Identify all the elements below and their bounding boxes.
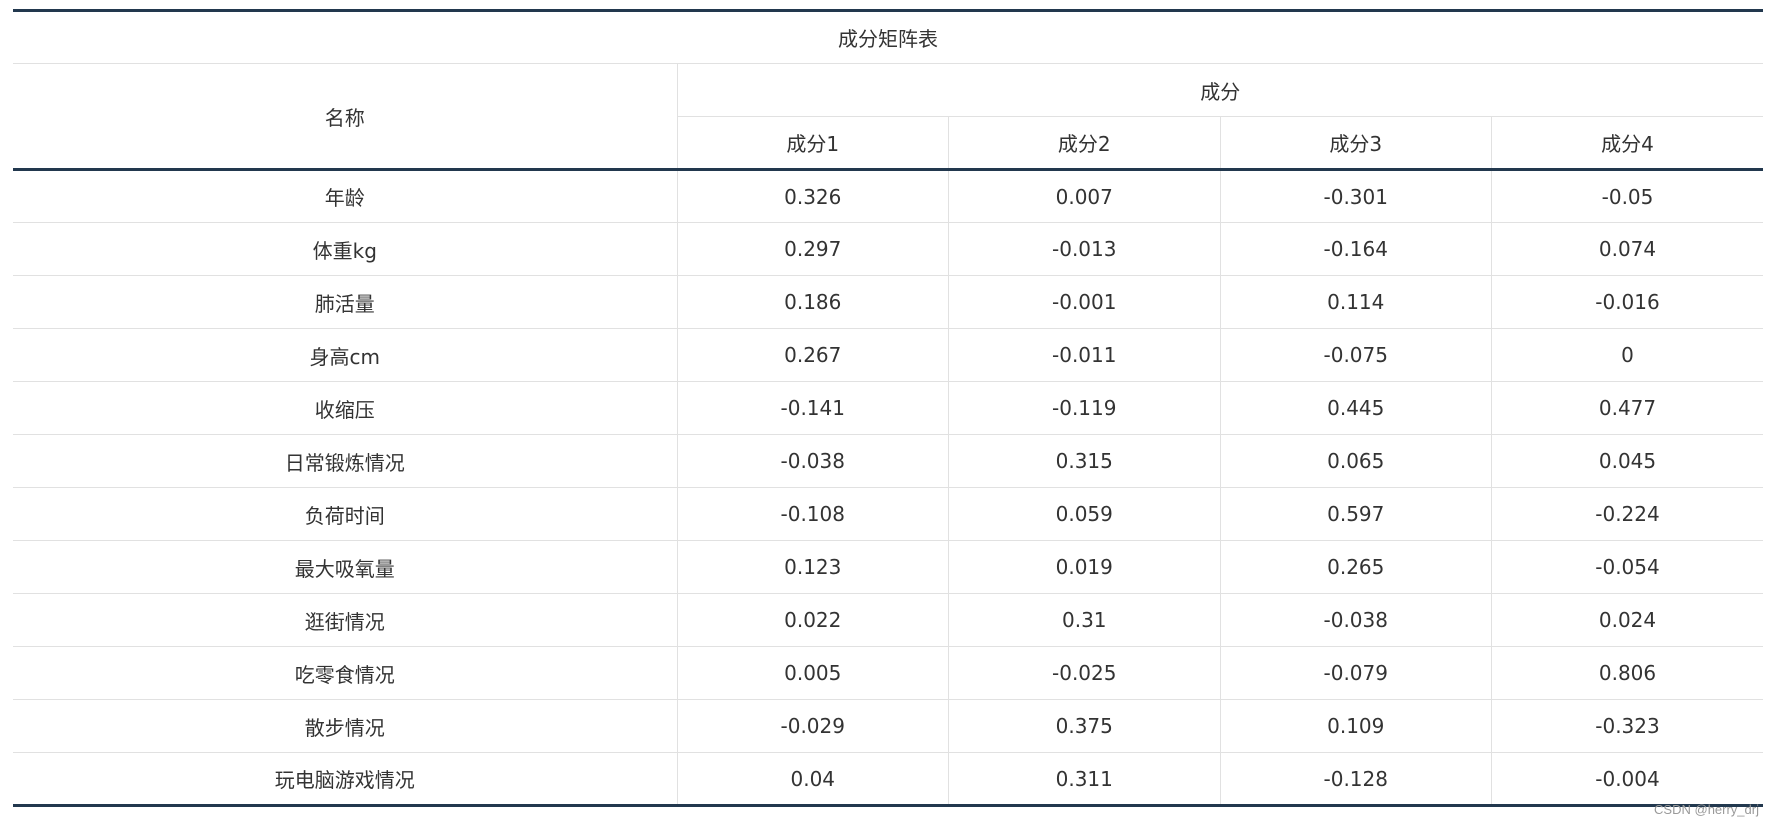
- value-cell-component-2: -0.001: [948, 275, 1221, 329]
- value-cell-component-4: 0.074: [1491, 222, 1763, 276]
- value-cell-component-1: 0.297: [676, 222, 949, 276]
- table-row: 年龄 0.326 0.007 -0.301 -0.05: [13, 168, 1763, 223]
- value-cell-component-3: -0.301: [1219, 168, 1492, 223]
- table-body: 年龄 0.326 0.007 -0.301 -0.05 体重kg 0.297 -0.013 -0…: [13, 168, 1763, 807]
- value-cell-component-2: -0.013: [948, 222, 1221, 276]
- row-name-cell: 负荷时间: [13, 487, 678, 541]
- component-matrix-table-container: 成分矩阵表 名称 成分 成分1 成分2 成分3 成分4 年龄 0.326 0.007…: [13, 9, 1763, 807]
- value-cell-component-4: -0.224: [1491, 487, 1763, 541]
- value-cell-component-2: 0.375: [948, 699, 1221, 753]
- value-cell-component-1: 0.186: [676, 275, 949, 329]
- component-group-header: 成分: [676, 63, 1763, 117]
- value-cell-component-2: 0.007: [948, 168, 1221, 223]
- value-cell-component-1: 0.267: [676, 328, 949, 382]
- value-cell-component-1: 0.04: [676, 752, 949, 807]
- table-title: 成分矩阵表: [13, 9, 1763, 64]
- value-cell-component-3: 0.114: [1219, 275, 1492, 329]
- component-matrix-table: 成分矩阵表 名称 成分 成分1 成分2 成分3 成分4 年龄 0.326 0.007…: [13, 9, 1763, 807]
- row-name-cell: 吃零食情况: [13, 646, 678, 700]
- value-cell-component-1: 0.123: [676, 540, 949, 594]
- value-cell-component-4: 0: [1491, 328, 1763, 382]
- table-row: 负荷时间 -0.108 0.059 0.597 -0.224: [13, 487, 1763, 541]
- table-title-row: 成分矩阵表: [13, 9, 1763, 64]
- value-cell-component-2: 0.315: [948, 434, 1221, 488]
- table-row: 肺活量 0.186 -0.001 0.114 -0.016: [13, 275, 1763, 329]
- table-row: 最大吸氧量 0.123 0.019 0.265 -0.054: [13, 540, 1763, 594]
- row-name-cell: 逛街情况: [13, 593, 678, 647]
- table-row: 玩电脑游戏情况 0.04 0.311 -0.128 -0.004: [13, 752, 1763, 807]
- value-cell-component-4: -0.054: [1491, 540, 1763, 594]
- value-cell-component-3: 0.597: [1219, 487, 1492, 541]
- row-name-cell: 年龄: [13, 168, 678, 223]
- header-row-group: 名称 成分: [13, 63, 1763, 170]
- row-name-cell: 身高cm: [13, 328, 678, 382]
- row-name-cell: 玩电脑游戏情况: [13, 752, 678, 807]
- row-name-cell: 收缩压: [13, 381, 678, 435]
- value-cell-component-1: -0.029: [676, 699, 949, 753]
- value-cell-component-2: 0.019: [948, 540, 1221, 594]
- value-cell-component-4: -0.323: [1491, 699, 1763, 753]
- value-cell-component-1: 0.005: [676, 646, 949, 700]
- column-header-component-3: 成分3: [1219, 116, 1492, 170]
- value-cell-component-2: -0.119: [948, 381, 1221, 435]
- value-cell-component-2: 0.311: [948, 752, 1221, 807]
- value-cell-component-4: 0.024: [1491, 593, 1763, 647]
- table-row: 逛街情况 0.022 0.31 -0.038 0.024: [13, 593, 1763, 647]
- value-cell-component-2: -0.025: [948, 646, 1221, 700]
- table-row: 散步情况 -0.029 0.375 0.109 -0.323: [13, 699, 1763, 753]
- column-header-component-1: 成分1: [676, 116, 949, 170]
- column-header-component-4: 成分4: [1491, 116, 1763, 170]
- watermark: CSDN @herry_drj: [1654, 802, 1759, 817]
- value-cell-component-2: 0.31: [948, 593, 1221, 647]
- column-header-component-2: 成分2: [948, 116, 1221, 170]
- row-name-cell: 最大吸氧量: [13, 540, 678, 594]
- value-cell-component-3: 0.445: [1219, 381, 1492, 435]
- value-cell-component-4: -0.004: [1491, 752, 1763, 807]
- value-cell-component-2: 0.059: [948, 487, 1221, 541]
- value-cell-component-1: 0.022: [676, 593, 949, 647]
- table-row: 体重kg 0.297 -0.013 -0.164 0.074: [13, 222, 1763, 276]
- table-row: 日常锻炼情况 -0.038 0.315 0.065 0.045: [13, 434, 1763, 488]
- value-cell-component-4: -0.016: [1491, 275, 1763, 329]
- value-cell-component-2: -0.011: [948, 328, 1221, 382]
- value-cell-component-3: -0.079: [1219, 646, 1492, 700]
- value-cell-component-3: -0.038: [1219, 593, 1492, 647]
- value-cell-component-4: -0.05: [1491, 168, 1763, 223]
- value-cell-component-3: -0.075: [1219, 328, 1492, 382]
- row-name-cell: 日常锻炼情况: [13, 434, 678, 488]
- value-cell-component-4: 0.806: [1491, 646, 1763, 700]
- table-row: 收缩压 -0.141 -0.119 0.445 0.477: [13, 381, 1763, 435]
- value-cell-component-1: -0.108: [676, 487, 949, 541]
- row-name-cell: 肺活量: [13, 275, 678, 329]
- value-cell-component-1: -0.038: [676, 434, 949, 488]
- value-cell-component-1: -0.141: [676, 381, 949, 435]
- table-row: 吃零食情况 0.005 -0.025 -0.079 0.806: [13, 646, 1763, 700]
- value-cell-component-3: 0.065: [1219, 434, 1492, 488]
- name-column-header: 名称: [13, 63, 678, 170]
- value-cell-component-3: 0.265: [1219, 540, 1492, 594]
- value-cell-component-1: 0.326: [676, 168, 949, 223]
- value-cell-component-4: 0.045: [1491, 434, 1763, 488]
- row-name-cell: 散步情况: [13, 699, 678, 753]
- row-name-cell: 体重kg: [13, 222, 678, 276]
- value-cell-component-3: -0.128: [1219, 752, 1492, 807]
- value-cell-component-4: 0.477: [1491, 381, 1763, 435]
- table-header: 成分矩阵表 名称 成分 成分1 成分2 成分3 成分4: [13, 9, 1763, 170]
- table-row: 身高cm 0.267 -0.011 -0.075 0: [13, 328, 1763, 382]
- value-cell-component-3: 0.109: [1219, 699, 1492, 753]
- value-cell-component-3: -0.164: [1219, 222, 1492, 276]
